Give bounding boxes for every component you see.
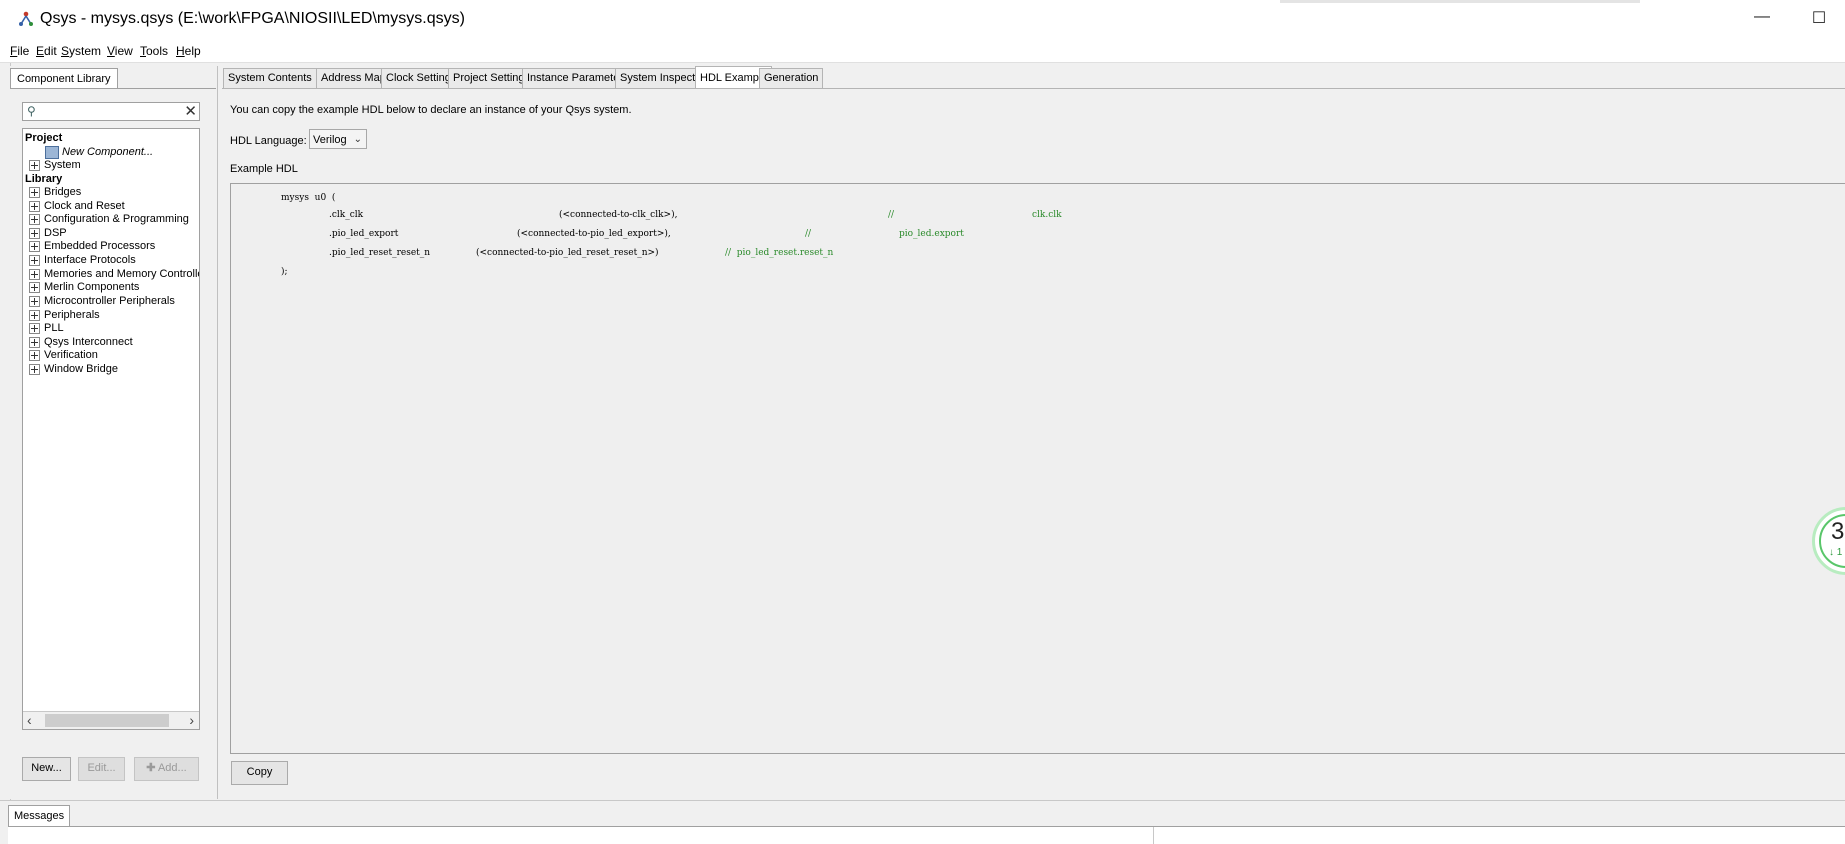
code-connection: (<connected-to-pio_led_export>), xyxy=(517,229,671,239)
menu-mnemonic: V xyxy=(107,44,115,58)
add-button-label: Add... xyxy=(157,762,187,774)
menu-label: iew xyxy=(114,44,133,58)
tree-item-label: Interface Protocols xyxy=(44,254,136,266)
expand-icon[interactable] xyxy=(29,295,40,307)
tree-item-label: System xyxy=(44,159,81,171)
menu-bar: File Edit System View Tools Help xyxy=(0,40,1845,63)
tab-generation[interactable]: Generation xyxy=(759,68,824,89)
scroll-right-icon[interactable]: › xyxy=(189,712,194,728)
menu-label: dit xyxy=(44,44,57,58)
code-connection: (<connected-to-pio_led_reset_reset_n>) xyxy=(476,248,659,258)
menu-tools[interactable]: Tools xyxy=(140,44,168,58)
scrollbar-thumb[interactable] xyxy=(45,714,169,727)
tree-horizontal-scrollbar[interactable]: ‹ › xyxy=(23,711,199,729)
tab-messages[interactable]: Messages xyxy=(8,805,71,826)
tree-item-window-bridge[interactable]: Window Bridge xyxy=(29,361,118,377)
code-port: .pio_led_export xyxy=(329,229,399,239)
component-library-panel: Component Library ⚲ ✕ Project New Compon… xyxy=(10,66,218,799)
code-comment: clk.clk xyxy=(1032,210,1062,220)
menu-file[interactable]: File xyxy=(10,44,29,58)
library-body: ⚲ ✕ Project New Component... System Libr… xyxy=(10,88,216,799)
expand-icon[interactable] xyxy=(29,159,40,171)
add-component-button[interactable]: ✚ Add... xyxy=(134,757,199,781)
code-port: .clk_clk xyxy=(329,210,364,220)
widget-number: 3 xyxy=(1831,518,1845,545)
menu-mnemonic: E xyxy=(36,44,45,58)
menu-system[interactable]: System xyxy=(61,44,101,58)
code-port: .pio_led_reset_reset_n xyxy=(329,248,431,258)
tab-address-map[interactable]: Address Map xyxy=(316,68,391,89)
expand-icon[interactable] xyxy=(29,349,40,361)
library-tree: Project New Component... System Library … xyxy=(22,128,200,730)
chevron-down-icon: ⌄ xyxy=(353,134,362,145)
expand-icon[interactable] xyxy=(29,309,40,321)
expand-icon[interactable] xyxy=(29,240,40,252)
expand-icon[interactable] xyxy=(29,268,40,280)
minimize-button[interactable]: — xyxy=(1747,8,1777,26)
hdl-language-label: HDL Language: xyxy=(230,135,307,147)
code-comment: // pio_led_reset.reset_n xyxy=(725,248,834,258)
tree-item-label: Merlin Components xyxy=(44,281,140,293)
code-line-1: mysys u0 ( xyxy=(281,193,336,203)
example-hdl-label: Example HDL xyxy=(230,163,298,175)
hdl-code-area[interactable]: mysys u0 ( .clk_clk (<connected-to-clk_c… xyxy=(230,183,1845,754)
tree-item-label: Microcontroller Peripherals xyxy=(44,295,175,307)
add-plus-icon: ✚ xyxy=(146,762,156,774)
code-comment-marker: // xyxy=(888,210,895,220)
menu-label: elp xyxy=(184,44,201,58)
code-comment-marker: // xyxy=(805,229,812,239)
menu-label: ile xyxy=(17,44,30,58)
menu-help[interactable]: Help xyxy=(176,44,201,58)
new-component-button[interactable]: New... xyxy=(22,757,71,781)
maximize-button[interactable]: ☐ xyxy=(1804,8,1834,28)
code-line-close: ); xyxy=(281,267,288,277)
hdl-language-value: Verilog xyxy=(313,134,347,146)
tree-item-label: Embedded Processors xyxy=(44,240,156,252)
menu-label: ystem xyxy=(69,44,102,58)
tree-item-label: Configuration & Programming xyxy=(44,213,189,225)
code-comment: pio_led.export xyxy=(899,229,964,239)
tab-component-library[interactable]: Component Library xyxy=(10,68,118,89)
library-search-input[interactable]: ⚲ ✕ xyxy=(22,102,200,121)
copy-button[interactable]: Copy xyxy=(231,761,288,785)
messages-column-divider[interactable] xyxy=(1153,827,1154,844)
expand-icon[interactable] xyxy=(29,200,40,212)
tree-item-label: Bridges xyxy=(44,186,82,198)
window-title: Qsys - mysys.qsys (E:\work\FPGA\NIOSII\L… xyxy=(40,10,465,27)
expand-icon[interactable] xyxy=(29,336,40,348)
qsys-app-icon xyxy=(19,11,33,26)
hdl-language-select[interactable]: Verilog ⌄ xyxy=(309,129,367,149)
title-shadow xyxy=(1280,0,1640,3)
scroll-left-icon[interactable]: ‹ xyxy=(27,712,32,728)
expand-icon[interactable] xyxy=(29,254,40,266)
hdl-info-text: You can copy the example HDL below to de… xyxy=(230,104,632,116)
edit-component-button[interactable]: Edit... xyxy=(78,757,125,781)
messages-panel: Messages xyxy=(0,800,1845,844)
messages-body xyxy=(8,826,1845,844)
title-bar: Qsys - mysys.qsys (E:\work\FPGA\NIOSII\L… xyxy=(0,0,1845,40)
tab-system-contents[interactable]: System Contents xyxy=(223,68,317,89)
tree-item-label: Window Bridge xyxy=(44,363,118,375)
expand-icon[interactable] xyxy=(29,186,40,198)
expand-icon[interactable] xyxy=(29,363,40,375)
menu-label: ools xyxy=(146,44,169,58)
menu-mnemonic: S xyxy=(61,44,70,58)
expand-icon[interactable] xyxy=(29,213,40,225)
expand-icon[interactable] xyxy=(29,227,40,239)
widget-sub: ↓ 1 xyxy=(1829,547,1843,558)
expand-icon[interactable] xyxy=(29,322,40,334)
menu-edit[interactable]: Edit xyxy=(36,44,57,58)
menu-mnemonic: H xyxy=(176,44,185,58)
search-icon: ⚲ xyxy=(27,104,36,118)
tree-item-label: PLL xyxy=(44,322,64,334)
expand-icon[interactable] xyxy=(29,281,40,293)
menu-view[interactable]: View xyxy=(107,44,133,58)
tree-item-label: Verification xyxy=(44,349,98,361)
tab-body-border xyxy=(222,88,1845,89)
main-panel: System Contents Address Map Clock Settin… xyxy=(218,66,1845,799)
code-connection: (<connected-to-clk_clk>), xyxy=(559,210,678,220)
clear-search-icon[interactable]: ✕ xyxy=(184,102,197,120)
